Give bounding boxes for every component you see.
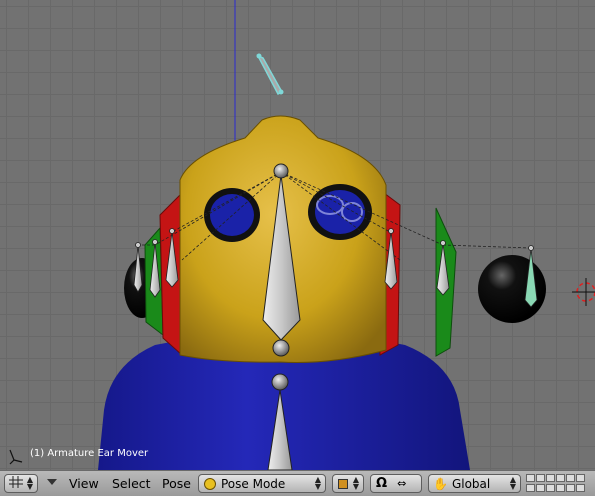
arrows-icon: ▲ ▼ bbox=[26, 475, 33, 491]
layer-button[interactable] bbox=[546, 484, 555, 492]
mode-select[interactable]: Pose Mode ▲ ▼ bbox=[198, 474, 326, 493]
orientation-label: Global bbox=[451, 476, 491, 491]
arrows-icon: ▲ ▼ bbox=[314, 475, 321, 491]
scene-render bbox=[9, 0, 595, 470]
layer-button[interactable] bbox=[546, 474, 555, 482]
select-menu[interactable]: Select bbox=[112, 476, 151, 491]
layer-button[interactable] bbox=[556, 484, 565, 492]
layer-button[interactable] bbox=[566, 484, 575, 492]
view-menu[interactable]: View bbox=[69, 476, 99, 491]
mode-label: Pose Mode bbox=[221, 476, 286, 491]
layer-button[interactable] bbox=[556, 474, 565, 482]
layer-button[interactable] bbox=[566, 474, 575, 482]
pose-menu[interactable]: Pose bbox=[162, 476, 191, 491]
grid-icon bbox=[9, 476, 23, 491]
arrows-icon: ▲ ▼ bbox=[509, 475, 516, 491]
layer-button[interactable] bbox=[536, 474, 545, 482]
status-label: (1) Armature Ear Mover bbox=[30, 448, 149, 459]
orientation-select[interactable]: ✋ Global ▲ ▼ bbox=[428, 474, 521, 493]
viewtype-button[interactable]: ▲ ▼ bbox=[4, 474, 38, 493]
magnet-icon: Ω bbox=[376, 476, 388, 491]
hand-icon: ✋ bbox=[433, 476, 448, 491]
layer-button[interactable] bbox=[536, 484, 545, 492]
transform-icon: ⇔ bbox=[397, 477, 407, 490]
collapse-menu-icon[interactable] bbox=[47, 479, 57, 485]
3d-viewport[interactable]: (1) Armature Ear Mover bbox=[0, 0, 595, 470]
pose-mode-icon bbox=[204, 477, 216, 490]
layer-button[interactable] bbox=[576, 474, 585, 482]
pivot-icon bbox=[338, 478, 348, 489]
layer-button[interactable] bbox=[526, 484, 535, 492]
3d-cursor bbox=[572, 278, 595, 306]
manipulator-toggle[interactable]: Ω ⇔ bbox=[370, 474, 422, 493]
layer-button[interactable] bbox=[576, 484, 585, 492]
layer-button[interactable] bbox=[526, 474, 535, 482]
arrows-icon: ▲ ▼ bbox=[352, 475, 359, 491]
viewport-header: ▲ ▼ View Select Pose Pose Mode ▲ ▼ ▲ ▼ Ω ⇔ … bbox=[0, 470, 595, 496]
selected-bone bbox=[256, 53, 284, 95]
layer-buttons[interactable] bbox=[526, 474, 592, 493]
axis-widget bbox=[9, 449, 23, 465]
pivot-select[interactable]: ▲ ▼ bbox=[332, 474, 364, 493]
